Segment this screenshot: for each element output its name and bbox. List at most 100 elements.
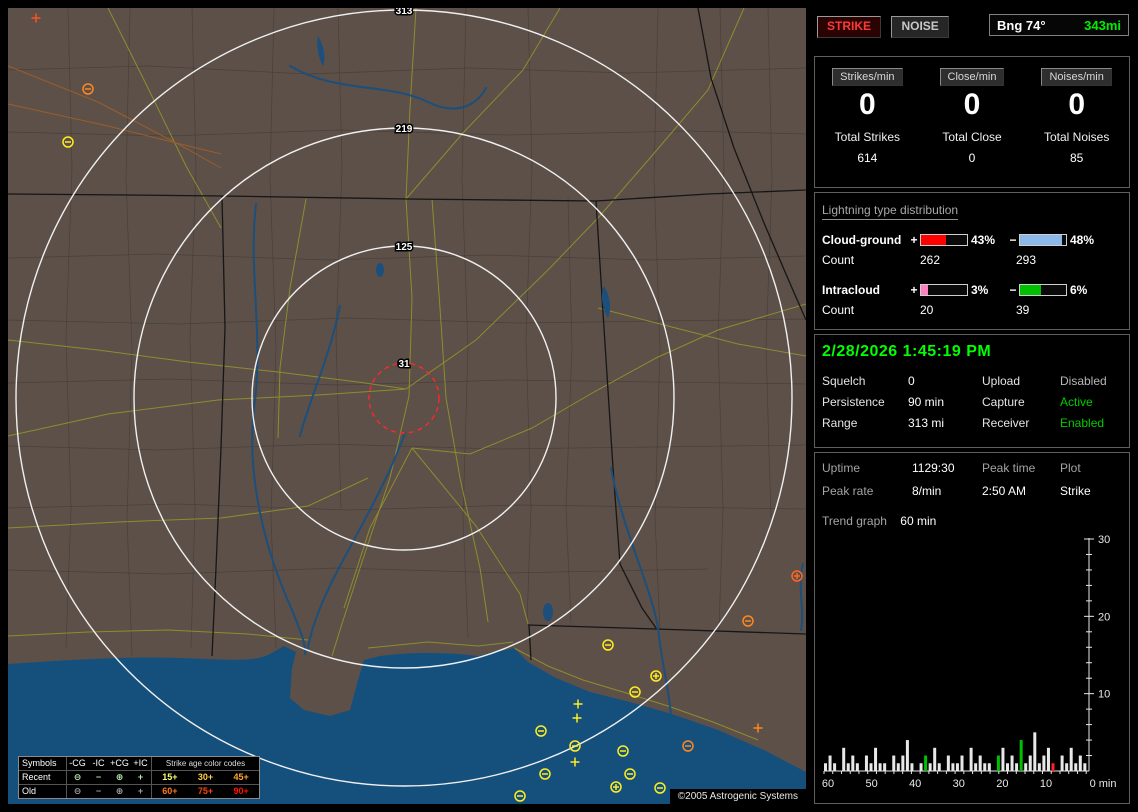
svg-text:0 min: 0 min (1090, 778, 1117, 790)
trend-bar (988, 763, 991, 771)
trend-bar (979, 756, 982, 771)
trend-graph-label: Trend graph (822, 514, 887, 528)
range-ring-label: 219 (396, 124, 413, 135)
trend-bar (897, 763, 900, 771)
range-label: Range (822, 416, 908, 430)
trend-bar (856, 763, 859, 771)
strike-mode-button[interactable]: STRIKE (817, 16, 881, 38)
trend-bar (961, 756, 964, 771)
trend-bar (933, 748, 936, 771)
total-noises-value: 85 (1024, 151, 1129, 165)
bearing-value: Bng 74° (997, 18, 1046, 33)
age-code: 45+ (223, 771, 259, 784)
session-panel: Uptime 1129:30 Peak time Plot Peak rate … (814, 452, 1130, 804)
peak-rate-value: 8/min (912, 484, 982, 498)
svg-text:20: 20 (996, 778, 1008, 790)
sidebar: STRIKE NOISE Bng 74° 343mi Strikes/min 0… (814, 8, 1131, 804)
plus-sign: + (908, 283, 920, 297)
trend-bar (974, 763, 977, 771)
legend-header-row: Symbols -CG -IC +CG +IC Strike age color… (19, 757, 259, 770)
cg-pos-symbol-icon: ⊕ (109, 771, 130, 784)
age-code: 90+ (223, 785, 259, 798)
receiver-value: Enabled (1060, 416, 1122, 430)
ic-pos-bar (920, 284, 968, 296)
capture-label: Capture (982, 395, 1060, 409)
upload-value: Disabled (1060, 374, 1122, 388)
plot-label: Plot (1060, 461, 1124, 475)
trend-bar (983, 763, 986, 771)
legend-type-ic-pos: +IC (130, 757, 151, 770)
trend-bar (1042, 756, 1045, 771)
range-ring-label: 125 (396, 242, 413, 253)
status-panel: 2/28/2026 1:45:19 PM Squelch 0 Upload Di… (814, 334, 1130, 448)
noise-mode-button[interactable]: NOISE (891, 16, 948, 38)
noises-per-min-button[interactable]: Noises/min (1041, 68, 1111, 86)
ic-pos-count: 20 (920, 303, 1016, 317)
capture-value: Active (1060, 395, 1122, 409)
trend-bar (929, 763, 932, 771)
map-legend: Symbols -CG -IC +CG +IC Strike age color… (18, 756, 260, 799)
trend-window-value: 60 min (900, 514, 936, 528)
close-column: Close/min 0 Total Close 0 (920, 67, 1025, 165)
trend-bar (938, 763, 941, 771)
lightning-map[interactable]: 31125219313 Symbols -CG -IC +CG +IC Stri… (8, 8, 806, 804)
ic-neg-symbol-icon: − (88, 771, 109, 784)
trend-bar (906, 740, 909, 771)
ic-pos-symbol-icon: + (130, 771, 151, 784)
trend-bar (851, 756, 854, 771)
distribution-title: Lightning type distribution (822, 203, 958, 220)
age-code: 75+ (188, 785, 224, 798)
svg-text:10: 10 (1040, 778, 1052, 790)
trend-bar (1074, 763, 1077, 771)
persistence-value: 90 min (908, 395, 982, 409)
cloud-ground-row: Cloud-ground + 43% − 48% (822, 229, 1122, 250)
close-per-min-button[interactable]: Close/min (940, 68, 1005, 86)
persistence-label: Persistence (822, 395, 908, 409)
legend-recent-row: Recent ⊖ − ⊕ + 15+ 30+ 45+ (19, 770, 259, 784)
trend-bar (947, 756, 950, 771)
trend-bar (1047, 748, 1050, 771)
trend-graph: 1020306050403020100 min (822, 534, 1132, 792)
cg-pos-symbol-icon: ⊕ (109, 785, 130, 798)
trend-bar (1061, 756, 1064, 771)
trend-bar (920, 763, 923, 771)
ic-neg-symbol-icon: − (88, 785, 109, 798)
ic-neg-count: 39 (1016, 303, 1029, 317)
upload-label: Upload (982, 374, 1060, 388)
cg-neg-bar (1019, 234, 1067, 246)
squelch-value: 0 (908, 374, 982, 388)
datetime-display: 2/28/2026 1:45:19 PM (822, 343, 1122, 361)
trend-bar (1024, 763, 1027, 771)
copyright-text: ©2005 Astrogenic Systems (670, 789, 806, 804)
map-canvas: 31125219313 (8, 8, 806, 804)
trend-bar (870, 763, 873, 771)
trend-bar (883, 763, 886, 771)
legend-old-label: Old (19, 785, 67, 798)
svg-text:30: 30 (953, 778, 965, 790)
trend-bar (1015, 763, 1018, 771)
cloud-ground-count-row: Count 262 293 (822, 250, 1122, 270)
trend-bar (1079, 756, 1082, 771)
noises-column: Noises/min 0 Total Noises 85 (1024, 67, 1129, 165)
count-label: Count (822, 303, 920, 317)
trend-bar (1038, 763, 1041, 771)
uptime-label: Uptime (822, 461, 912, 475)
trend-bar (970, 748, 973, 771)
mode-toolbar: STRIKE NOISE Bng 74° 343mi (814, 8, 1130, 44)
squelch-label: Squelch (822, 374, 908, 388)
trend-bar (956, 763, 959, 771)
age-code: 30+ (188, 771, 224, 784)
legend-old-row: Old ⊖ − ⊕ + 60+ 75+ 90+ (19, 784, 259, 798)
legend-type-ic-neg: -IC (88, 757, 109, 770)
strikes-per-min-button[interactable]: Strikes/min (832, 68, 902, 86)
svg-text:60: 60 (822, 778, 834, 790)
trend-bar (874, 748, 877, 771)
legend-type-cg-pos: +CG (109, 757, 130, 770)
cg-neg-count: 293 (1016, 253, 1036, 267)
svg-text:10: 10 (1098, 689, 1110, 701)
ic-neg-percent: 6% (1067, 283, 1106, 297)
trend-bar (829, 756, 832, 771)
svg-text:20: 20 (1098, 611, 1110, 623)
ic-pos-percent: 3% (968, 283, 1007, 297)
total-noises-label: Total Noises (1024, 130, 1129, 144)
